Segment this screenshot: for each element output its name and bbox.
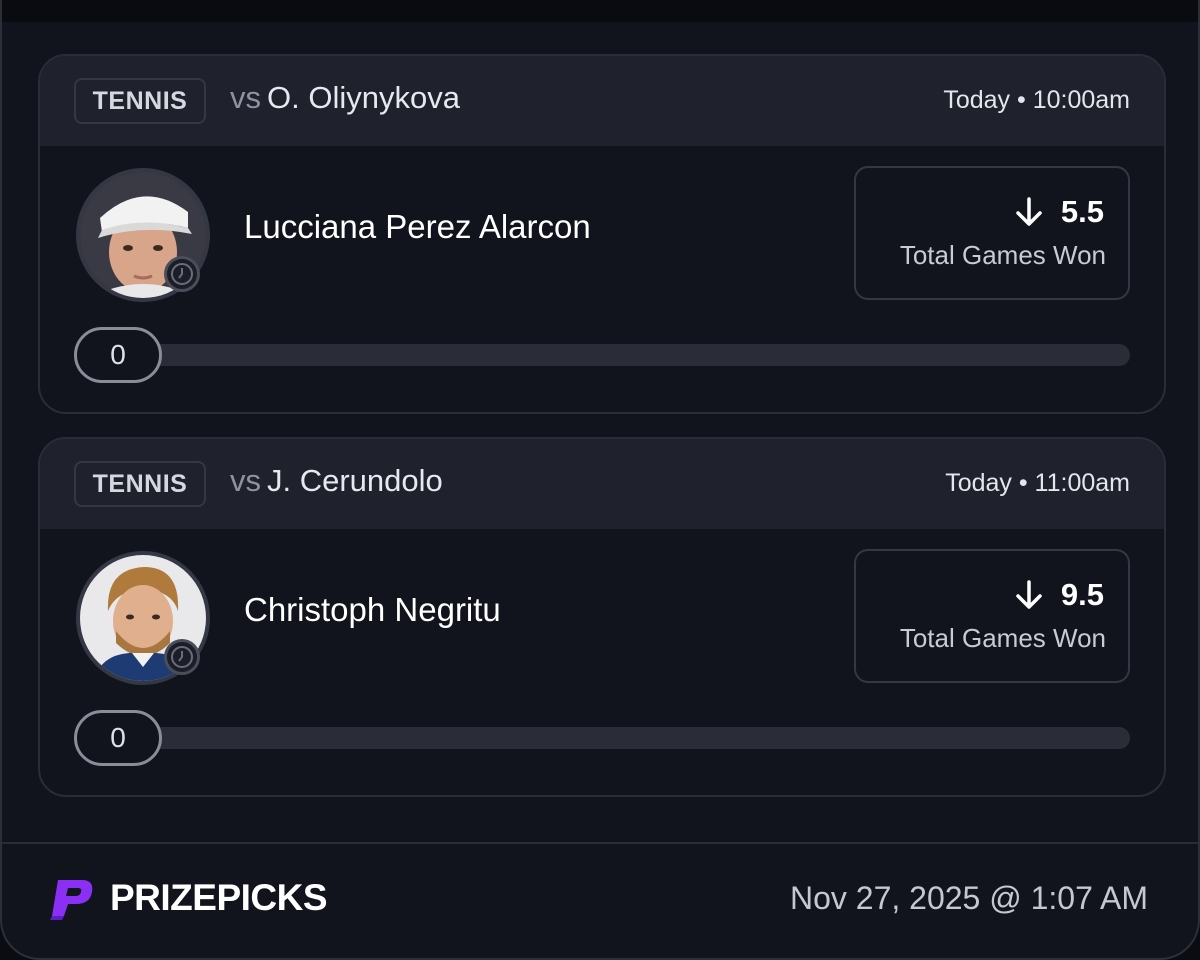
top-strip xyxy=(2,0,1198,22)
projection-box[interactable]: 9.5 Total Games Won xyxy=(854,549,1130,683)
vs-label: vs xyxy=(230,463,261,498)
brand-name: PRIZEPICKS xyxy=(110,877,328,918)
projection-value: 9.5 xyxy=(1060,577,1104,612)
progress-track xyxy=(140,344,1130,366)
vs-label: vs xyxy=(230,80,261,115)
pick-card[interactable]: TENNIS vsO. Oliynykova Today • 10:00am xyxy=(38,54,1166,414)
footer-divider xyxy=(2,842,1198,844)
player-name: Christoph Negritu xyxy=(244,591,501,628)
card-header: TENNIS vs O. Oliynykova Today • 10:00am xyxy=(40,56,1164,146)
stat-type: Total Games Won xyxy=(899,240,1106,270)
game-time: Today • 10:00am xyxy=(943,86,1130,114)
clock-icon xyxy=(164,639,200,675)
prizepicks-logo-icon xyxy=(50,880,93,920)
pick-card[interactable]: TENNIS vs J. Cerundolo Today • 11:00am C… xyxy=(38,437,1166,797)
app-frame: TENNIS vsO. Oliynykova Today • 10:00am xyxy=(0,0,1200,960)
projection-box[interactable]: 5.5 Total Games Won xyxy=(854,166,1130,300)
game-time: Today • 11:00am xyxy=(945,469,1130,497)
progress-track xyxy=(140,727,1130,749)
down-arrow-icon xyxy=(1016,580,1042,609)
sport-badge: TENNIS xyxy=(74,78,206,124)
down-arrow-icon xyxy=(1016,197,1042,226)
projection-value: 5.5 xyxy=(1060,194,1104,229)
opponent-name: O. Oliynykova xyxy=(267,80,460,115)
player-name: Lucciana Perez Alarcon xyxy=(244,208,591,245)
current-value-pill: 0 xyxy=(74,327,162,383)
opponent-label: vs O. Oliynykova xyxy=(230,80,460,116)
player-avatar-wrap xyxy=(76,551,210,685)
player-avatar-wrap xyxy=(76,168,210,302)
brand-logo: PRIZEPICKS xyxy=(50,876,328,920)
stat-type: Total Games Won xyxy=(899,623,1106,653)
sport-badge: TENNIS xyxy=(74,461,206,507)
card-header: TENNIS vs J. Cerundolo Today • 11:00am xyxy=(40,439,1164,529)
current-value-pill: 0 xyxy=(74,710,162,766)
timestamp: Nov 27, 2025 @ 1:07 AM xyxy=(789,880,1148,916)
opponent-name: J. Cerundolo xyxy=(267,463,443,498)
projection-line: 5.5 xyxy=(1015,194,1104,230)
projection-line: 9.5 xyxy=(1015,577,1104,613)
opponent-label: vs J. Cerundolo xyxy=(230,463,443,499)
clock-icon xyxy=(164,256,200,292)
